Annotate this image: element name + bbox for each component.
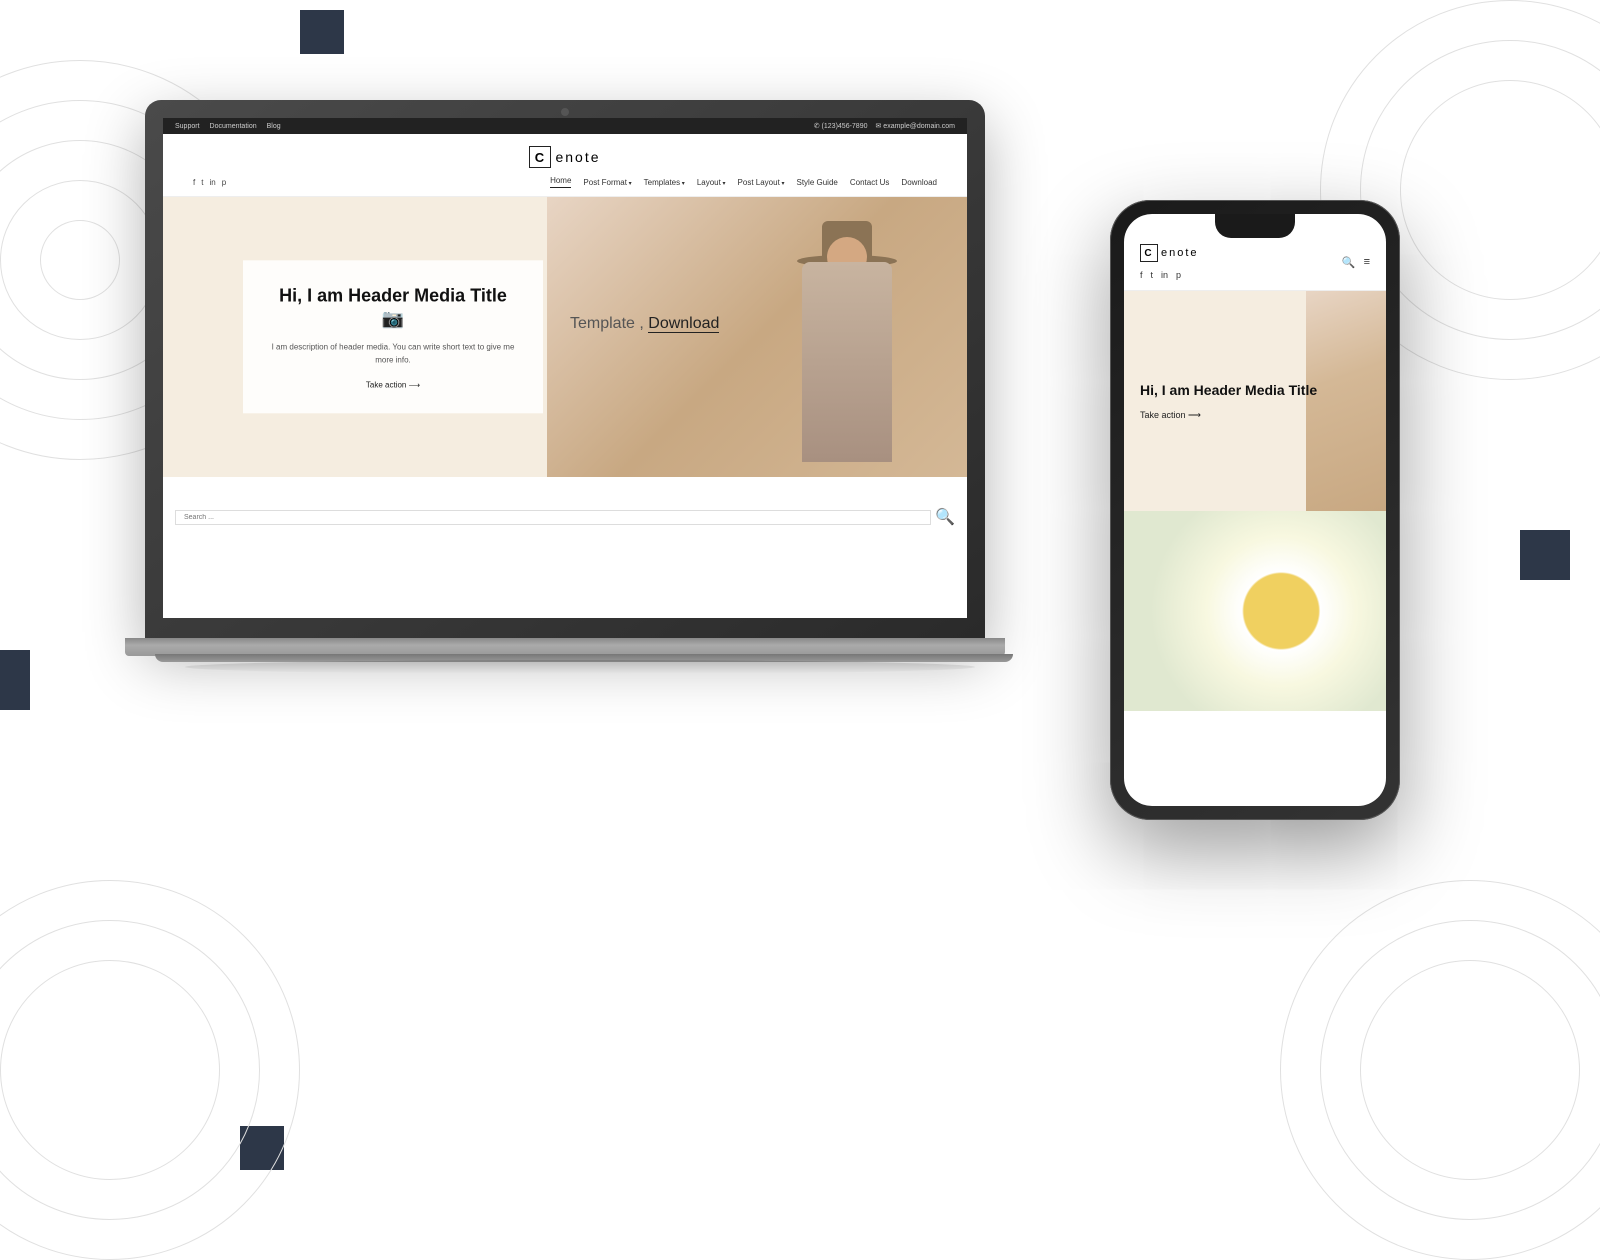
hero-cta-link[interactable]: Take action ⟶ (271, 381, 515, 390)
phone-social-tw[interactable]: t (1151, 270, 1154, 280)
hero-figure (747, 217, 947, 477)
main-nav: Home Post Format Templates Layout Post L… (550, 176, 937, 188)
topbar-support[interactable]: Support (175, 123, 200, 130)
social-twitter[interactable]: t (201, 178, 203, 187)
page-text-area: Template , Download (570, 315, 1070, 333)
deco-circle-r3 (1400, 80, 1600, 300)
site-header: C enote f t in p Home Post Format Templa… (163, 134, 967, 197)
deco-circle-br3 (1360, 960, 1580, 1180)
laptop-shadow (185, 660, 975, 674)
search-input[interactable] (175, 510, 931, 525)
figure-body (802, 262, 892, 462)
phone-notch (1215, 214, 1295, 238)
topbar-email: ✉ example@domain.com (875, 122, 955, 130)
phone-screen: C enote f t in p 🔍 ≡ (1124, 214, 1386, 806)
site-logo[interactable]: C enote (529, 146, 600, 168)
hero-description: I am description of header media. You ca… (271, 341, 515, 367)
nav-post-layout[interactable]: Post Layout (738, 178, 785, 187)
topbar-right: ✆ (123)456-7890 ✉ example@domain.com (814, 122, 955, 130)
phone-logo-box: C (1140, 244, 1158, 262)
laptop-mockup: Support Documentation Blog ✆ (123)456-78… (145, 100, 1015, 720)
phone-header-icons: 🔍 ≡ (1342, 256, 1370, 269)
nav-templates[interactable]: Templates (644, 178, 685, 187)
deco-square-1 (300, 10, 344, 54)
phone-social-fb[interactable]: f (1140, 270, 1143, 280)
hero-image (547, 197, 967, 477)
site-topbar: Support Documentation Blog ✆ (123)456-78… (163, 118, 967, 134)
nav-contact[interactable]: Contact Us (850, 178, 890, 187)
page-text-template: Template , (570, 315, 644, 332)
deco-circle-4 (0, 180, 160, 340)
flower-image (1124, 511, 1386, 711)
logo-box: C (529, 146, 551, 168)
site-nav: f t in p Home Post Format Templates Layo… (183, 176, 947, 188)
deco-square-4 (240, 1126, 284, 1170)
phone-search-icon[interactable]: 🔍 (1342, 256, 1356, 269)
nav-style-guide[interactable]: Style Guide (796, 178, 837, 187)
phone-hero-title: Hi, I am Header Media Title (1140, 381, 1317, 399)
social-links: f t in p (193, 178, 226, 187)
search-icon[interactable]: 🔍 (935, 507, 955, 527)
deco-circle-bl1 (0, 880, 300, 1260)
nav-post-format[interactable]: Post Format (583, 178, 631, 187)
hero-text-box: Hi, I am Header Media Title 📷 I am descr… (243, 260, 543, 413)
deco-circle-br1 (1280, 880, 1600, 1260)
phone-logo-name: enote (1161, 247, 1199, 259)
nav-layout[interactable]: Layout (697, 178, 726, 187)
topbar-phone: ✆ (123)456-7890 (814, 122, 868, 130)
laptop-bezel: Support Documentation Blog ✆ (123)456-78… (145, 100, 985, 640)
deco-circle-5 (40, 220, 120, 300)
hero-title: Hi, I am Header Media Title 📷 (271, 284, 515, 331)
deco-circle-bl3 (0, 960, 220, 1180)
phone-mockup: C enote f t in p 🔍 ≡ (1110, 200, 1400, 820)
phone-menu-icon[interactable]: ≡ (1364, 256, 1370, 269)
search-area: 🔍 (175, 485, 955, 549)
topbar-left: Support Documentation Blog (175, 123, 281, 130)
deco-circle-br2 (1320, 920, 1600, 1220)
deco-circle-bl2 (0, 920, 260, 1220)
social-facebook[interactable]: f (193, 178, 195, 187)
nav-home[interactable]: Home (550, 176, 571, 188)
site-content-below: 🔍 (163, 477, 967, 557)
logo-name: enote (555, 149, 600, 165)
social-pinterest[interactable]: p (222, 178, 226, 187)
phone-bezel: C enote f t in p 🔍 ≡ (1110, 200, 1400, 820)
phone-social: f t in p (1140, 270, 1199, 280)
topbar-blog[interactable]: Blog (267, 123, 281, 130)
phone-hero-text: Hi, I am Header Media Title Take action … (1124, 361, 1333, 440)
deco-square-2 (1520, 530, 1570, 580)
phone-social-pi[interactable]: p (1176, 270, 1181, 280)
phone-flower-section (1124, 511, 1386, 711)
laptop-screen: Support Documentation Blog ✆ (123)456-78… (163, 118, 967, 618)
phone-logo[interactable]: C enote (1140, 244, 1199, 262)
phone-social-li[interactable]: in (1161, 270, 1168, 280)
nav-download[interactable]: Download (901, 178, 937, 187)
site-hero: Hi, I am Header Media Title 📷 I am descr… (163, 197, 967, 477)
page-text-download-link[interactable]: Download (648, 315, 719, 333)
laptop-camera (561, 108, 569, 116)
phone-hero-cta[interactable]: Take action ⟶ (1140, 410, 1317, 421)
phone-hero: Hi, I am Header Media Title Take action … (1124, 291, 1386, 511)
deco-square-3 (0, 650, 30, 710)
social-linkedin[interactable]: in (209, 178, 215, 187)
topbar-docs[interactable]: Documentation (210, 123, 257, 130)
